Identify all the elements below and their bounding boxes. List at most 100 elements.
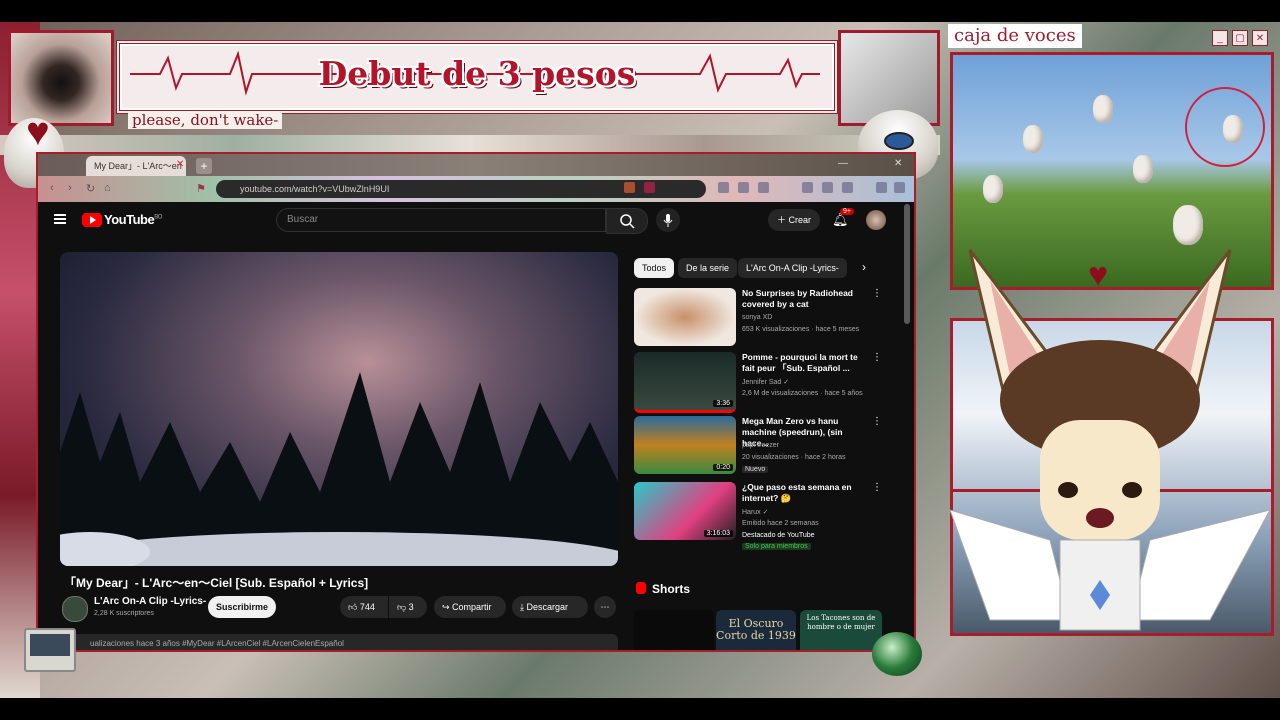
side-window-title: caja de voces bbox=[948, 24, 1082, 48]
short-thumbnail[interactable]: Los Tacones son de hombre o de mujer bbox=[800, 610, 882, 650]
sidebar-icon[interactable] bbox=[822, 182, 833, 193]
rewards-icon[interactable] bbox=[644, 182, 655, 193]
search-icon bbox=[620, 214, 635, 229]
video-duration: 3:16:03 bbox=[703, 530, 733, 537]
window-minimize-icon[interactable]: — bbox=[838, 158, 848, 169]
extension-icon[interactable] bbox=[718, 182, 729, 193]
short-thumbnail[interactable]: El Oscuro Corto de 1939 bbox=[716, 610, 796, 650]
address-toolbar: ‹ › ↻ ⌂ ⚑ youtube.com/watch?v=VUbwZlnH9U… bbox=[38, 176, 914, 202]
browser-tab[interactable]: My Dear」- L'Arc〜en bbox=[86, 156, 186, 176]
wallet-icon[interactable] bbox=[842, 182, 853, 193]
channel-avatar[interactable] bbox=[62, 596, 88, 622]
recommendation-meta: Emitido hace 2 semanas bbox=[742, 520, 819, 527]
banner-subtitle: please, don't wake- bbox=[128, 111, 283, 129]
tab-close-icon[interactable]: ✕ bbox=[176, 159, 184, 170]
recommendation-item[interactable]: No Surprises by Radiohead covered by a c… bbox=[634, 288, 894, 350]
video-duration: 3:36 bbox=[713, 400, 733, 407]
members-only-badge: Solo para miembros bbox=[742, 543, 811, 550]
browser-window: My Dear」- L'Arc〜en ✕ + — ✕ ‹ › ↻ ⌂ ⚑ you… bbox=[36, 152, 916, 652]
music-icon[interactable] bbox=[802, 182, 813, 193]
menu-icon[interactable] bbox=[894, 182, 905, 193]
subscriber-count: 2,28 K suscriptores bbox=[94, 610, 154, 617]
banner-title: Debut de 3 pesos bbox=[318, 54, 636, 93]
youtube-header: YouTubeBO Buscar ＋ Crear 🔔︎ 9+ bbox=[38, 202, 914, 242]
floating-mask bbox=[983, 175, 1003, 203]
home-icon[interactable]: ⌂ bbox=[104, 182, 111, 194]
video-player[interactable] bbox=[60, 252, 618, 566]
extension-icon[interactable] bbox=[758, 182, 769, 193]
description-box[interactable]: ualizaciones hace 3 años #MyDear #LArcen… bbox=[60, 634, 618, 650]
anatomical-heart-icon: ♥ bbox=[26, 110, 50, 154]
recommendation-title: No Surprises by Radiohead covered by a c… bbox=[742, 288, 853, 309]
hamburger-menu-icon[interactable] bbox=[54, 214, 66, 224]
chip-next-icon[interactable]: › bbox=[862, 260, 866, 274]
video-thumbnail bbox=[634, 288, 736, 346]
bottom-letterbox bbox=[0, 698, 1280, 720]
video-thumbnail: 3:16:03 bbox=[634, 482, 736, 540]
stream-title-banner: Debut de 3 pesos bbox=[116, 40, 838, 114]
chip-series[interactable]: De la serie bbox=[678, 258, 738, 278]
search-button[interactable] bbox=[606, 208, 648, 234]
channel-name[interactable]: L'Arc On-A Clip -Lyrics- bbox=[94, 596, 206, 607]
recommendation-channel: Harux ✓ bbox=[742, 509, 769, 516]
video-duration: 0:20 bbox=[713, 464, 733, 471]
retro-computer-icon bbox=[24, 628, 76, 672]
like-button[interactable]: 👍︎ 744 bbox=[340, 596, 388, 618]
dislike-button[interactable]: 👎︎ 3 bbox=[389, 596, 427, 618]
video-title: 「My Dear」- L'Arc〜en〜Ciel [Sub. Español +… bbox=[64, 576, 369, 590]
reload-icon[interactable]: ↻ bbox=[86, 182, 95, 195]
brave-shield-icon[interactable] bbox=[624, 182, 635, 193]
snowy-forest-scene bbox=[60, 372, 618, 566]
floating-mask bbox=[1093, 95, 1113, 123]
shorts-icon bbox=[636, 582, 646, 594]
recommendation-channel: sonya XD bbox=[742, 314, 773, 321]
chip-channel[interactable]: L'Arc On-A Clip -Lyrics- bbox=[738, 258, 847, 278]
scrollbar[interactable] bbox=[904, 204, 910, 324]
youtube-brand[interactable]: YouTubeBO bbox=[104, 212, 162, 227]
maximize-button[interactable]: ▢ bbox=[1232, 30, 1248, 46]
short-thumbnail[interactable] bbox=[634, 610, 714, 650]
video-thumbnail: 0:20 bbox=[634, 416, 736, 474]
shorts-heading: Shorts bbox=[636, 582, 690, 596]
more-options-icon[interactable]: ⋮ bbox=[872, 416, 882, 427]
more-actions-button[interactable]: ⋯ bbox=[594, 596, 616, 618]
minimize-button[interactable]: _ bbox=[1212, 30, 1228, 46]
youtube-logo-icon[interactable] bbox=[82, 213, 102, 227]
share-button[interactable]: ↪ Compartir bbox=[434, 596, 506, 618]
new-tab-button[interactable]: + bbox=[196, 158, 212, 174]
floating-mask bbox=[1173, 205, 1203, 245]
window-close-icon[interactable]: ✕ bbox=[894, 158, 902, 169]
recommendation-channel: papi freezer bbox=[742, 442, 779, 449]
notification-count-badge: 9+ bbox=[840, 208, 854, 215]
more-options-icon[interactable]: ⋮ bbox=[872, 482, 882, 493]
close-button[interactable]: ✕ bbox=[1252, 30, 1268, 46]
red-circle-icon bbox=[1185, 87, 1265, 167]
chip-all[interactable]: Todos bbox=[634, 258, 675, 278]
search-input[interactable]: Buscar bbox=[276, 208, 606, 232]
voice-search-button[interactable] bbox=[656, 208, 680, 232]
recommendation-meta: 20 visualizaciones · hace 2 horas bbox=[742, 454, 846, 461]
green-gem-icon bbox=[872, 632, 922, 676]
eye-closeup-image bbox=[8, 30, 114, 126]
account-avatar[interactable] bbox=[866, 210, 886, 230]
extension-icon[interactable] bbox=[738, 182, 749, 193]
video-thumbnail: 3:36 bbox=[634, 352, 736, 413]
top-letterbox bbox=[0, 0, 1280, 22]
download-button[interactable]: ⤓ Descargar bbox=[512, 596, 588, 618]
recommendation-item[interactable]: 3:16:03 ¿Que paso esta semana en interne… bbox=[634, 482, 894, 550]
recommendation-item[interactable]: 3:36 Pomme - pourquoi la mort te fait pe… bbox=[634, 352, 894, 414]
bookmark-icon[interactable]: ⚑ bbox=[196, 182, 206, 195]
more-options-icon[interactable]: ⋮ bbox=[872, 288, 882, 299]
create-button[interactable]: ＋ Crear bbox=[768, 209, 820, 231]
subscribe-button[interactable]: Suscribirme bbox=[208, 596, 276, 618]
back-icon[interactable]: ‹ bbox=[50, 182, 54, 194]
more-options-icon[interactable]: ⋮ bbox=[872, 352, 882, 363]
anatomical-heart-icon: ♥ bbox=[1088, 256, 1109, 294]
profile-icon[interactable] bbox=[876, 182, 887, 193]
eye-icon bbox=[884, 132, 914, 150]
recommendation-item[interactable]: 0:20 Mega Man Zero vs hanu machine (spee… bbox=[634, 416, 894, 478]
featured-label: Destacado de YouTube bbox=[742, 532, 815, 539]
recommendation-meta: 2,6 M de visualizaciones · hace 5 años bbox=[742, 390, 863, 397]
country-code: BO bbox=[154, 214, 162, 221]
forward-icon[interactable]: › bbox=[68, 182, 72, 194]
